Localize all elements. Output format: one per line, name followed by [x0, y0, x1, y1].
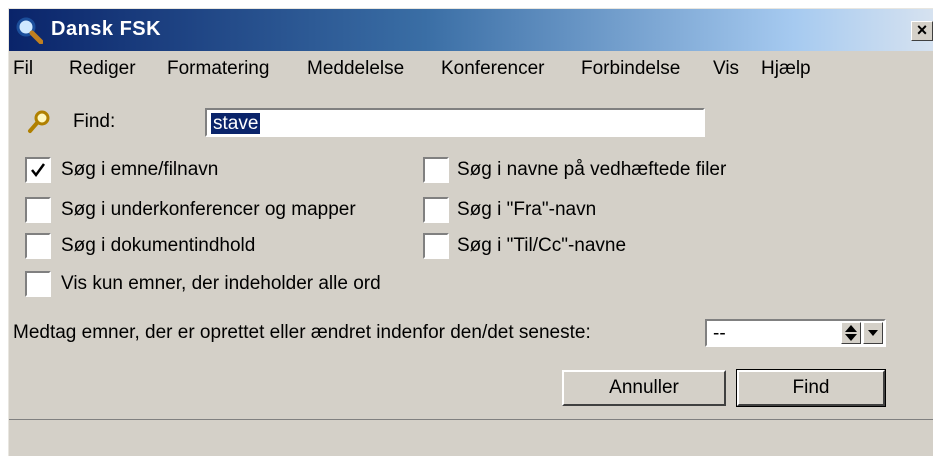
find-input[interactable]: stave — [205, 108, 705, 137]
menu-item-rediger[interactable]: Rediger — [69, 58, 136, 80]
status-bar — [9, 419, 933, 458]
menu-item-konferencer[interactable]: Konferencer — [441, 58, 545, 80]
document-content-label: Søg i dokumentindhold — [61, 235, 256, 256]
subconferences-label: Søg i underkonferencer og mapper — [61, 199, 356, 220]
from-name-checkbox[interactable] — [423, 197, 449, 223]
menu-item-vis[interactable]: Vis — [713, 58, 739, 80]
magnifier-icon — [28, 110, 50, 133]
find-button[interactable]: Find — [736, 369, 886, 407]
cancel-button[interactable]: Annuller — [562, 370, 726, 406]
window-title: Dansk FSK — [51, 18, 162, 40]
all-words-checkbox[interactable] — [25, 271, 51, 297]
checkmark-icon — [31, 163, 46, 178]
menu-item-forbindelse[interactable]: Forbindelse — [581, 58, 680, 80]
menu-item-formatering[interactable]: Formatering — [167, 58, 269, 80]
date-filter-label: Medtag emner, der er oprettet eller ændr… — [13, 322, 591, 343]
find-input-value: stave — [211, 113, 261, 134]
menu-bar: Fil Rediger Formatering Meddelelse Konfe… — [9, 51, 933, 85]
subconferences-checkbox[interactable] — [25, 197, 51, 223]
find-label: Find: — [73, 111, 116, 132]
subject-filename-label: Søg i emne/filnavn — [61, 159, 219, 180]
dropdown-arrow-icon[interactable] — [863, 322, 883, 344]
all-words-label: Vis kun emner, der indeholder alle ord — [61, 273, 381, 294]
menu-item-fil[interactable]: Fil — [13, 58, 33, 80]
subject-filename-checkbox[interactable] — [25, 157, 51, 183]
title-bar[interactable]: Dansk FSK × — [9, 9, 933, 51]
spin-arrows-icon[interactable] — [841, 322, 861, 344]
to-cc-names-checkbox[interactable] — [423, 233, 449, 259]
magnifier-icon — [16, 17, 43, 44]
date-filter-select[interactable]: -- — [705, 319, 886, 347]
attachment-names-checkbox[interactable] — [423, 157, 449, 183]
attachment-names-label: Søg i navne på vedhæftede filer — [457, 159, 727, 180]
close-button[interactable]: × — [911, 21, 933, 41]
menu-item-hjaelp[interactable]: Hjælp — [761, 58, 811, 80]
from-name-label: Søg i "Fra"-navn — [457, 199, 597, 220]
date-filter-value: -- — [713, 323, 726, 344]
to-cc-names-label: Søg i "Til/Cc"-navne — [457, 235, 627, 256]
menu-item-meddelelse[interactable]: Meddelelse — [307, 58, 404, 80]
find-dialog-window: Dansk FSK × Fil Rediger Formatering Medd… — [8, 8, 933, 456]
document-content-checkbox[interactable] — [25, 233, 51, 259]
